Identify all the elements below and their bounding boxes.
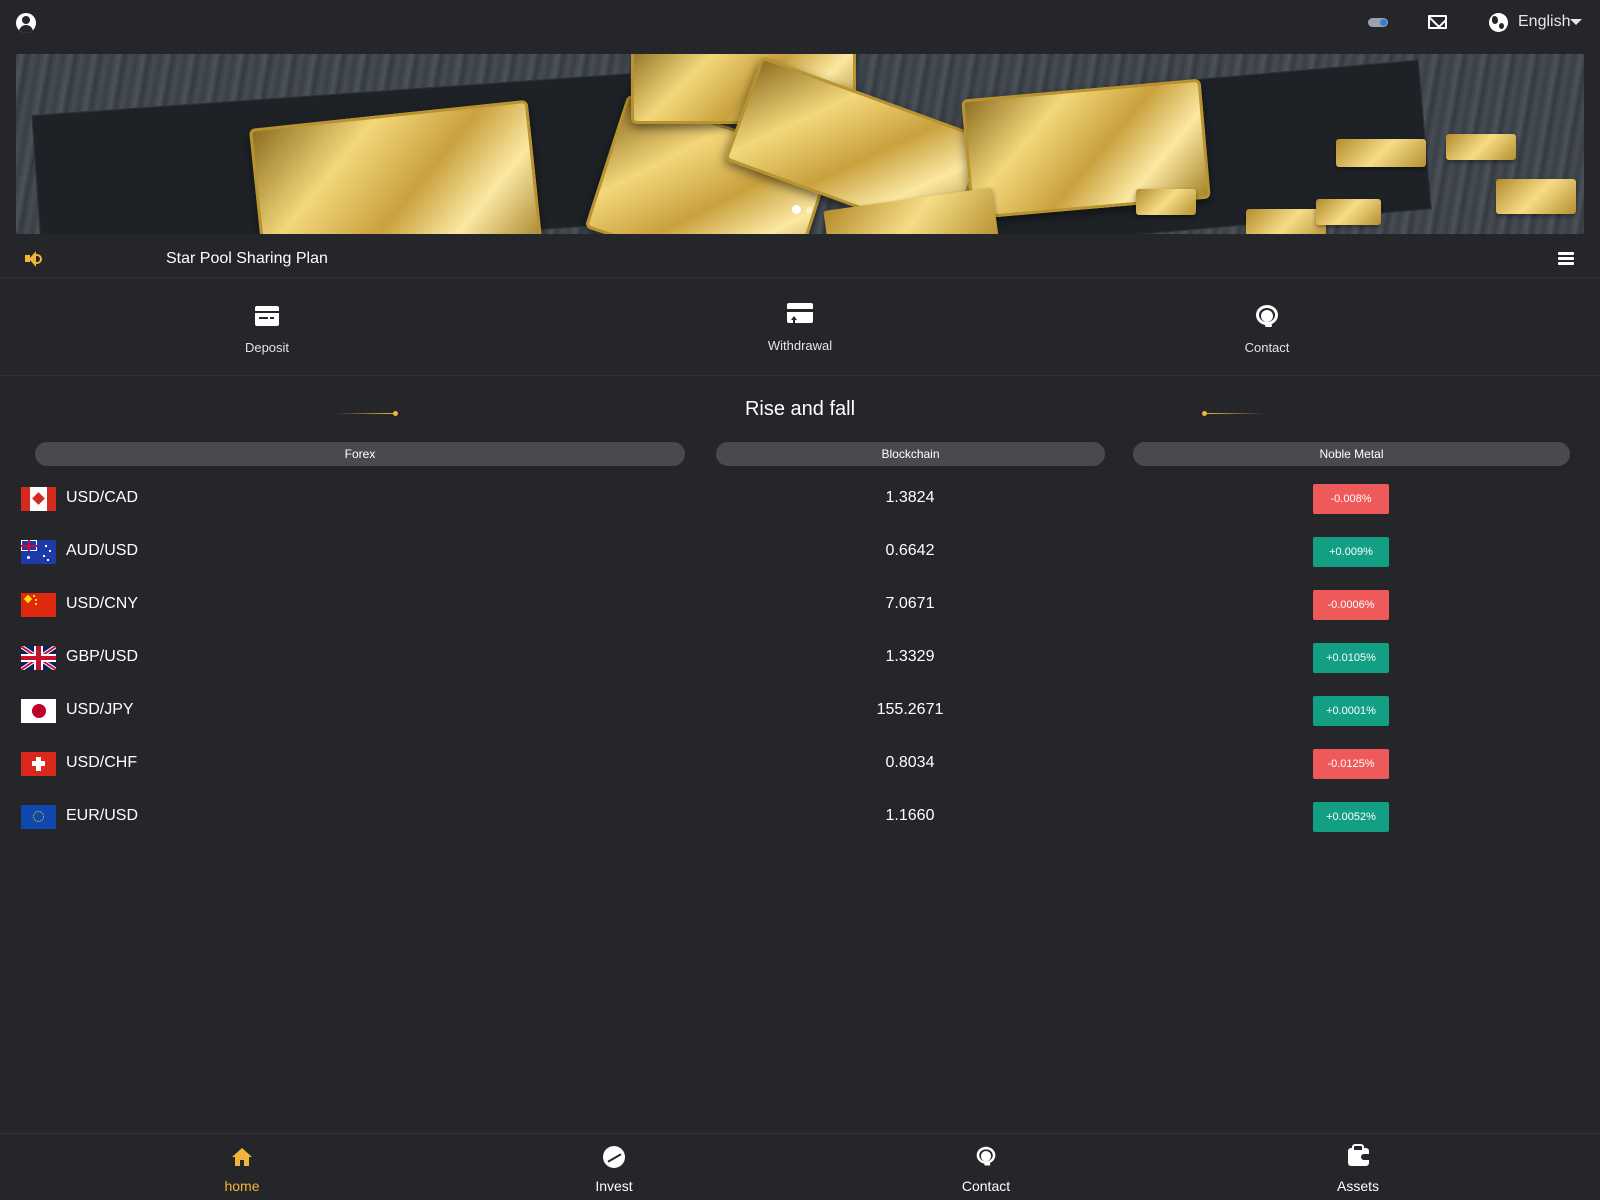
gold-chip-image (1496, 179, 1576, 214)
change-badge: +0.0105% (1313, 643, 1389, 673)
pair-name: USD/JPY (66, 701, 134, 718)
mail-icon[interactable] (1428, 15, 1447, 29)
withdrawal-button[interactable]: Withdrawal (700, 280, 900, 376)
deposit-button[interactable]: Deposit (167, 280, 367, 376)
change-badge: +0.009% (1313, 537, 1389, 567)
nav-home-label: home (224, 1178, 260, 1194)
tab-blockchain[interactable]: Blockchain (716, 442, 1105, 466)
table-row[interactable]: EUR/USD 1.1660 +0.0052% (0, 793, 1600, 846)
nav-invest[interactable]: Invest (514, 1134, 714, 1200)
pair-name: USD/CNY (66, 595, 139, 612)
speaker-icon (25, 250, 45, 268)
banner-carousel[interactable] (16, 54, 1584, 234)
gold-chip-image (1136, 189, 1196, 215)
tab-forex[interactable]: Forex (35, 442, 685, 466)
invest-icon (603, 1146, 625, 1168)
nav-home[interactable]: home (142, 1134, 342, 1200)
gold-chip-image (1316, 199, 1381, 225)
table-row[interactable]: GBP/USD 1.3329 +0.0105% (0, 634, 1600, 687)
notice-text[interactable]: Star Pool Sharing Plan (166, 250, 328, 268)
globe-icon[interactable] (1489, 13, 1508, 32)
table-row[interactable]: USD/CNY 7.0671 -0.0006% (0, 581, 1600, 634)
deposit-card-icon (255, 306, 279, 326)
contact-label: Contact (1244, 340, 1290, 355)
pair-name: EUR/USD (66, 807, 139, 824)
price-value: 155.2671 (876, 701, 944, 718)
price-value: 0.8034 (885, 754, 935, 771)
carousel-dot-active[interactable] (792, 205, 801, 214)
section-title: Rise and fall (744, 398, 856, 420)
price-value: 1.1660 (885, 807, 935, 824)
wallet-icon (1348, 1144, 1369, 1166)
table-row[interactable]: USD/CHF 0.8034 -0.0125% (0, 740, 1600, 793)
change-badge: +0.0052% (1313, 802, 1389, 832)
change-badge: -0.0006% (1313, 590, 1389, 620)
change-badge: -0.008% (1313, 484, 1389, 514)
tab-noble-metal[interactable]: Noble Metal (1133, 442, 1570, 466)
gold-chip-image (1246, 209, 1326, 234)
flag-japan-icon (21, 699, 56, 723)
top-bar: English (0, 0, 1600, 46)
nav-contact[interactable]: Contact (886, 1134, 1086, 1200)
title-decoration-right (1202, 411, 1264, 416)
change-badge: +0.0001% (1313, 696, 1389, 726)
table-row[interactable]: USD/CAD 1.3824 -0.008% (0, 475, 1600, 528)
gold-chip-image (1336, 139, 1426, 167)
menu-icon[interactable] (1558, 252, 1574, 266)
price-value: 1.3329 (885, 648, 935, 665)
flag-china-icon (21, 593, 56, 617)
table-row[interactable]: USD/JPY 155.2671 +0.0001% (0, 687, 1600, 740)
pair-name: USD/CAD (66, 489, 139, 506)
table-row[interactable]: AUD/USD 0.6642 +0.009% (0, 528, 1600, 581)
quick-actions: Deposit Withdrawal Contact (0, 280, 1600, 376)
flag-eu-icon (21, 805, 56, 829)
pair-name: GBP/USD (66, 648, 139, 665)
headset-icon (1254, 305, 1280, 329)
gold-chip-image (1446, 134, 1516, 160)
bottom-nav: home Invest Contact Assets (0, 1133, 1600, 1200)
change-badge: -0.0125% (1313, 749, 1389, 779)
user-avatar-icon[interactable] (16, 13, 36, 33)
flag-australia-icon (21, 540, 56, 564)
nav-contact-label: Contact (961, 1178, 1011, 1194)
price-value: 0.6642 (885, 542, 935, 559)
contact-button[interactable]: Contact (1167, 280, 1367, 376)
pair-name: USD/CHF (66, 754, 138, 771)
deposit-label: Deposit (244, 340, 290, 355)
flag-canada-icon (21, 487, 56, 511)
flag-switzerland-icon (21, 752, 56, 776)
nav-invest-label: Invest (595, 1178, 633, 1194)
notice-bar: Star Pool Sharing Plan (0, 240, 1600, 278)
withdrawal-label: Withdrawal (767, 338, 833, 353)
carousel-dot[interactable] (806, 207, 812, 213)
caret-down-icon[interactable] (1570, 19, 1582, 25)
price-value: 1.3824 (885, 489, 935, 506)
home-icon (232, 1148, 252, 1166)
flag-uk-icon (21, 646, 56, 670)
price-value: 7.0671 (885, 595, 935, 612)
language-selector[interactable]: English (1518, 13, 1570, 31)
headset-icon (975, 1146, 997, 1167)
nav-assets-label: Assets (1336, 1178, 1379, 1194)
theme-toggle-icon[interactable] (1368, 18, 1388, 27)
pair-name: AUD/USD (66, 542, 139, 559)
nav-assets[interactable]: Assets (1258, 1134, 1458, 1200)
withdrawal-card-icon (787, 303, 813, 323)
